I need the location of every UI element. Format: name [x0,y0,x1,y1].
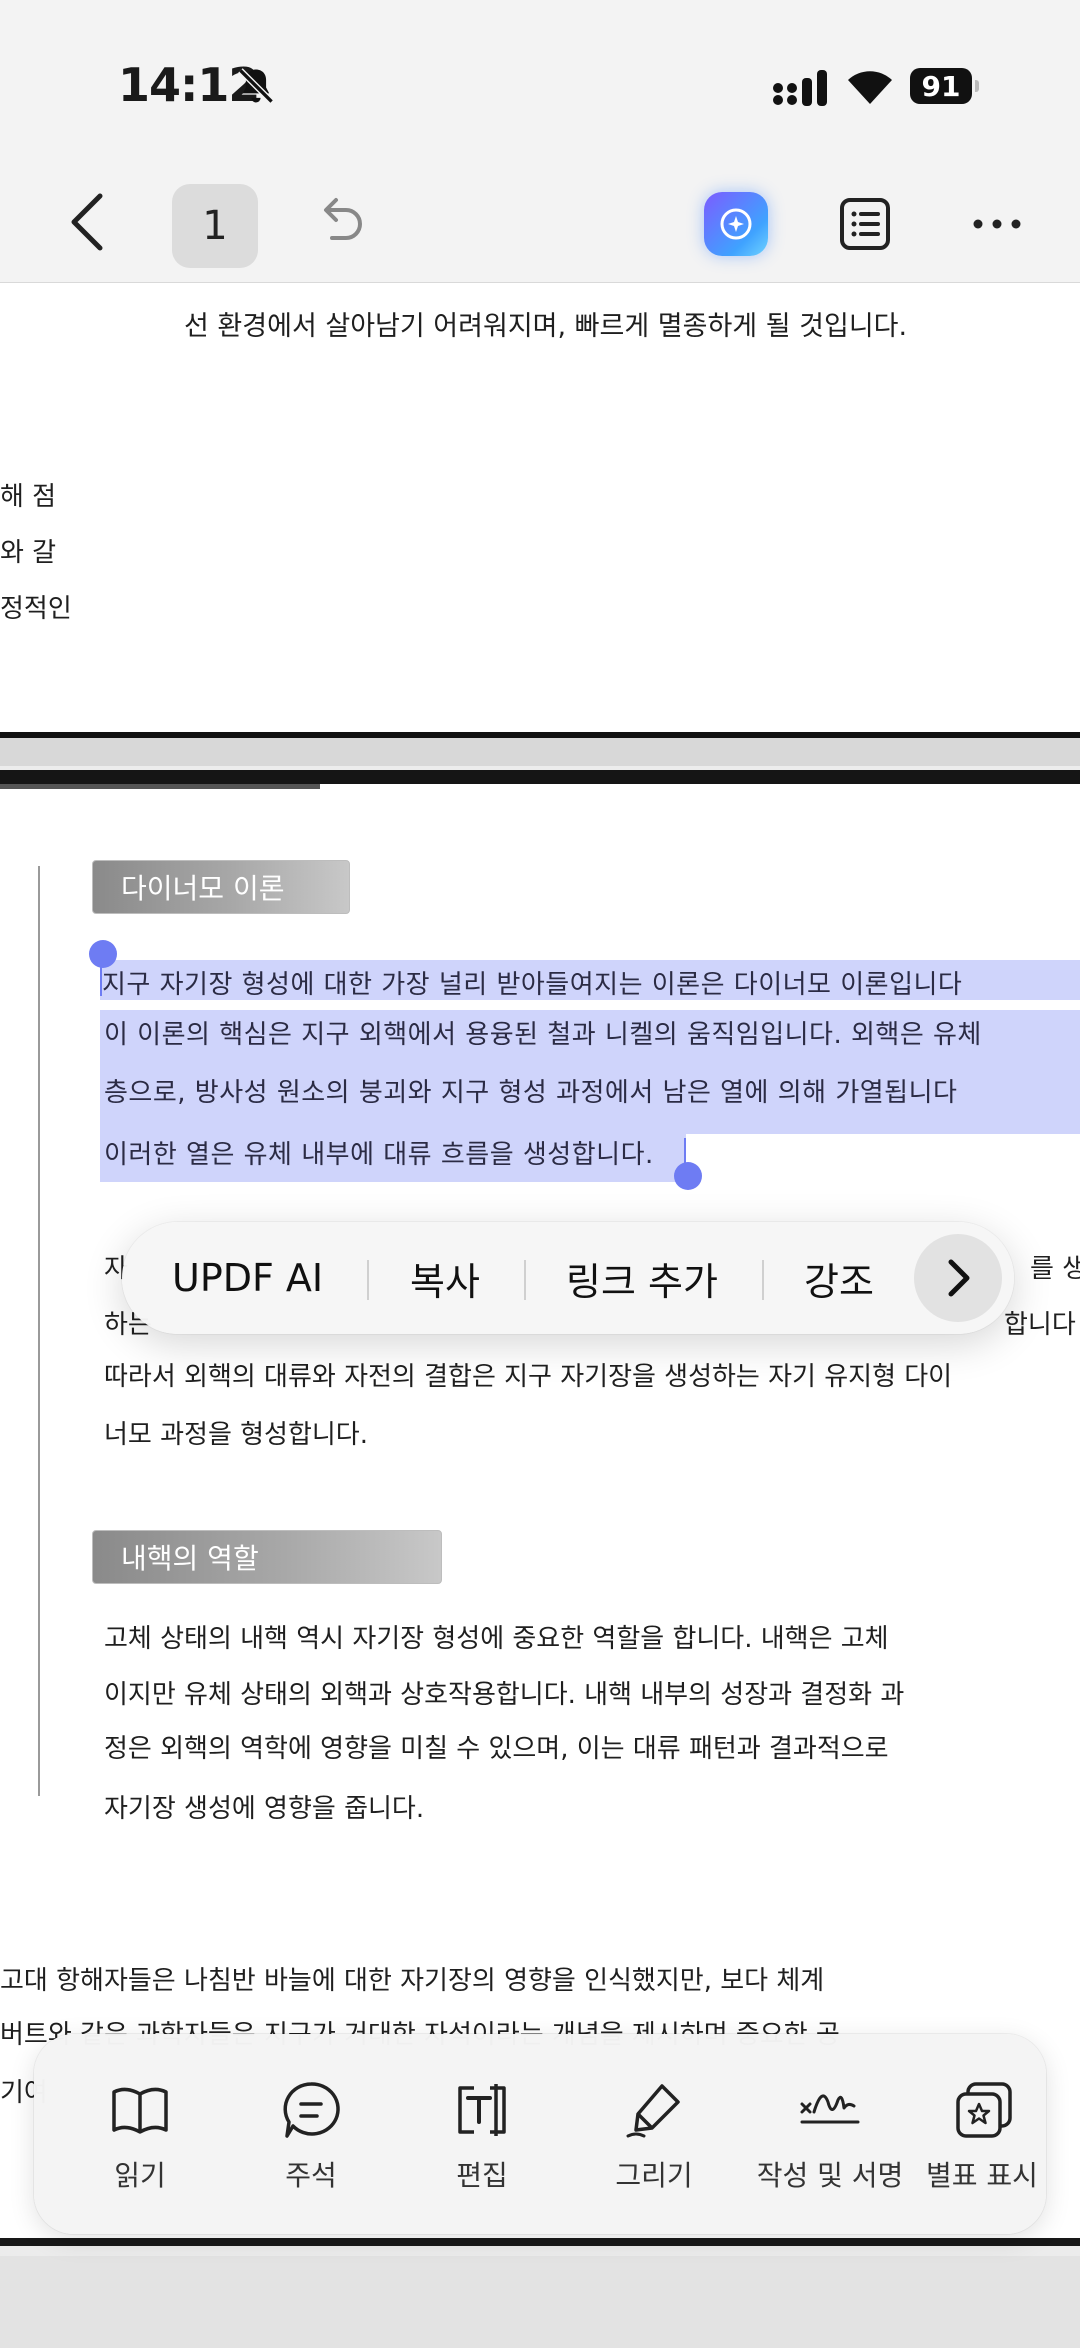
section-heading: 다이너모 이론 [92,860,350,914]
signature-icon [800,2094,860,2124]
body-text-line: 자기장 생성에 영향을 줍니다. [104,1794,425,1824]
section-left-rule [38,866,40,1796]
selected-text-line[interactable]: 이 이론의 핵심은 지구 외핵에서 용융된 철과 니켈의 움직임입니다. 외핵은… [104,1014,982,1051]
ai-assistant-button[interactable] [704,192,768,256]
toolbar-read[interactable]: 읽기 [60,2034,220,2234]
body-text-fragment: 합니다 [1004,1310,1076,1340]
page1-fragment: 해 점 [0,482,57,512]
body-text-line: 고체 상태의 내핵 역시 자기장 형성에 중요한 역할을 합니다. 내핵은 고체 [104,1624,889,1654]
body-text-line: 고대 항해자들은 나침반 바늘에 대한 자기장의 영향을 인식했지만, 보다 체… [0,1966,825,1996]
menu-divider [367,1260,369,1300]
page-border-shadow [0,784,320,789]
toolbar-label: 읽기 [114,2159,166,2192]
cellular-signal-icon [773,70,827,106]
selection-end-handle[interactable] [674,1162,702,1190]
stamp-star-icon [956,2082,1012,2138]
selected-text-line[interactable]: 지구 자기장 형성에 대한 가장 널리 받아들여지는 이론은 다이너모 이론입니… [102,964,962,1001]
comment-bubble-icon [283,2082,340,2138]
section-heading: 내핵의 역할 [92,1530,442,1584]
pen-draw-icon [626,2084,680,2138]
page-gap [0,738,1080,766]
menu-updf-ai[interactable]: UPDF AI [172,1222,323,1334]
page-number-button[interactable]: 1 [172,184,258,268]
chevron-right-icon [948,1259,970,1297]
more-options-icon[interactable] [970,210,1024,238]
bottom-toolbar: 읽기 주석 편집 그리기 작성 및 서명 별표 표시 [34,2034,1046,2234]
toolbar-label: 작성 및 서명 [756,2159,904,2192]
page1-fragment: 정적인 [0,594,72,624]
menu-highlight[interactable]: 강조 [804,1222,874,1334]
page1-fragment: 와 갈 [0,538,57,568]
selection-start-handle[interactable] [89,940,117,968]
toolbar-edit[interactable]: 편집 [402,2034,562,2234]
toolbar-label: 별표 표시 [926,2159,1038,2192]
page-border [0,2238,1080,2246]
body-text-line: 이지만 유체 상태의 외핵과 상호작용합니다. 내핵 내부의 성장과 결정화 과 [104,1680,905,1710]
outline-list-icon[interactable] [838,196,892,252]
menu-add-link[interactable]: 링크 추가 [566,1222,718,1334]
body-text-line: 따라서 외핵의 대류와 자전의 결합은 지구 자기장을 생성하는 자기 유지형 … [104,1362,953,1392]
top-bar: 14:12 91 1 [0,0,1080,283]
toolbar-draw[interactable]: 그리기 [574,2034,734,2234]
menu-copy[interactable]: 복사 [410,1222,480,1334]
toolbar-label: 편집 [456,2159,508,2192]
selected-text-line[interactable]: 이러한 열은 유체 내부에 대류 흐름을 생성합니다. [104,1134,654,1171]
pdf-page-previous [0,282,1080,732]
back-chevron-icon[interactable] [60,190,114,254]
text-selection-menu: UPDF AI 복사 링크 추가 강조 [122,1222,1014,1334]
menu-divider [762,1260,764,1300]
page-gap [0,2256,1080,2348]
body-text-line: 너모 과정을 형성합니다. [104,1420,368,1450]
menu-divider [524,1260,526,1300]
silent-bell-icon [238,68,274,104]
toolbar-comment[interactable]: 주석 [231,2034,391,2234]
selected-text-line[interactable]: 층으로, 방사성 원소의 붕괴와 지구 형성 과정에서 남은 열에 의해 가열됩… [104,1072,957,1109]
toolbar-fill-sign[interactable]: 작성 및 서명 [745,2034,915,2234]
menu-next-button[interactable] [914,1234,1002,1322]
body-text-line: 정은 외핵의 역학에 영향을 미칠 수 있으며, 이는 대류 패턴과 결과적으로 [104,1734,889,1764]
wifi-icon [848,71,892,104]
body-text-fragment: 를 생성 [1030,1254,1080,1284]
page1-text-line: 선 환경에서 살아남기 어려워지며, 빠르게 멸종하게 될 것입니다. [184,311,908,342]
ai-sparkle-icon [720,208,752,240]
toolbar-label: 그리기 [615,2159,693,2192]
book-open-icon [112,2087,168,2134]
battery-indicator: 91 [910,68,979,104]
text-edit-icon [458,2084,506,2136]
page-border [0,770,1080,784]
undo-icon[interactable] [314,196,368,250]
toolbar-label: 주석 [285,2159,337,2192]
toolbar-stamp[interactable]: 별표 표시 [916,2034,1046,2234]
